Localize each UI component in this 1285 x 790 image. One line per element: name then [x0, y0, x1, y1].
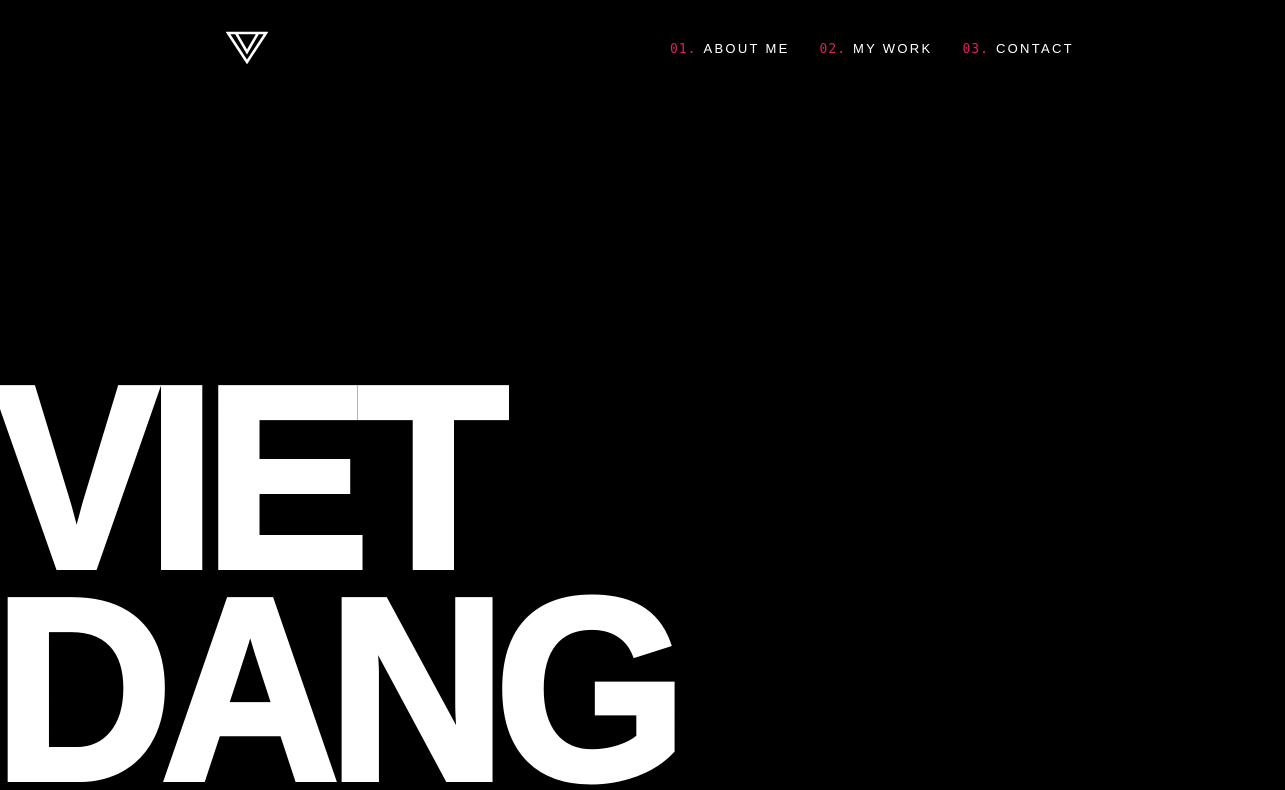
nav-item-number: 01. — [670, 42, 697, 57]
nav-item-label: CONTACT — [995, 41, 1074, 56]
nav-item-number: 02. — [819, 42, 847, 57]
v-monogram-icon — [226, 31, 268, 64]
nav-item-about-me[interactable]: 01. ABOUT ME — [670, 41, 790, 57]
hero-last-name: DANG — [0, 545, 690, 790]
nav-item-my-work[interactable]: 02. MY WORK — [820, 41, 933, 57]
hero-section: VIET DANG — [0, 0, 1285, 790]
nav-item-label: MY WORK — [853, 41, 933, 56]
logo-link[interactable] — [226, 30, 268, 64]
main-nav: 01. ABOUT ME 02. MY WORK 03. CONTACT — [670, 41, 1074, 57]
nav-item-contact[interactable]: 03. CONTACT — [962, 41, 1073, 57]
nav-item-number: 03. — [962, 42, 989, 57]
nav-item-label: ABOUT ME — [703, 41, 790, 56]
hero-first-name: VIET — [0, 333, 512, 623]
